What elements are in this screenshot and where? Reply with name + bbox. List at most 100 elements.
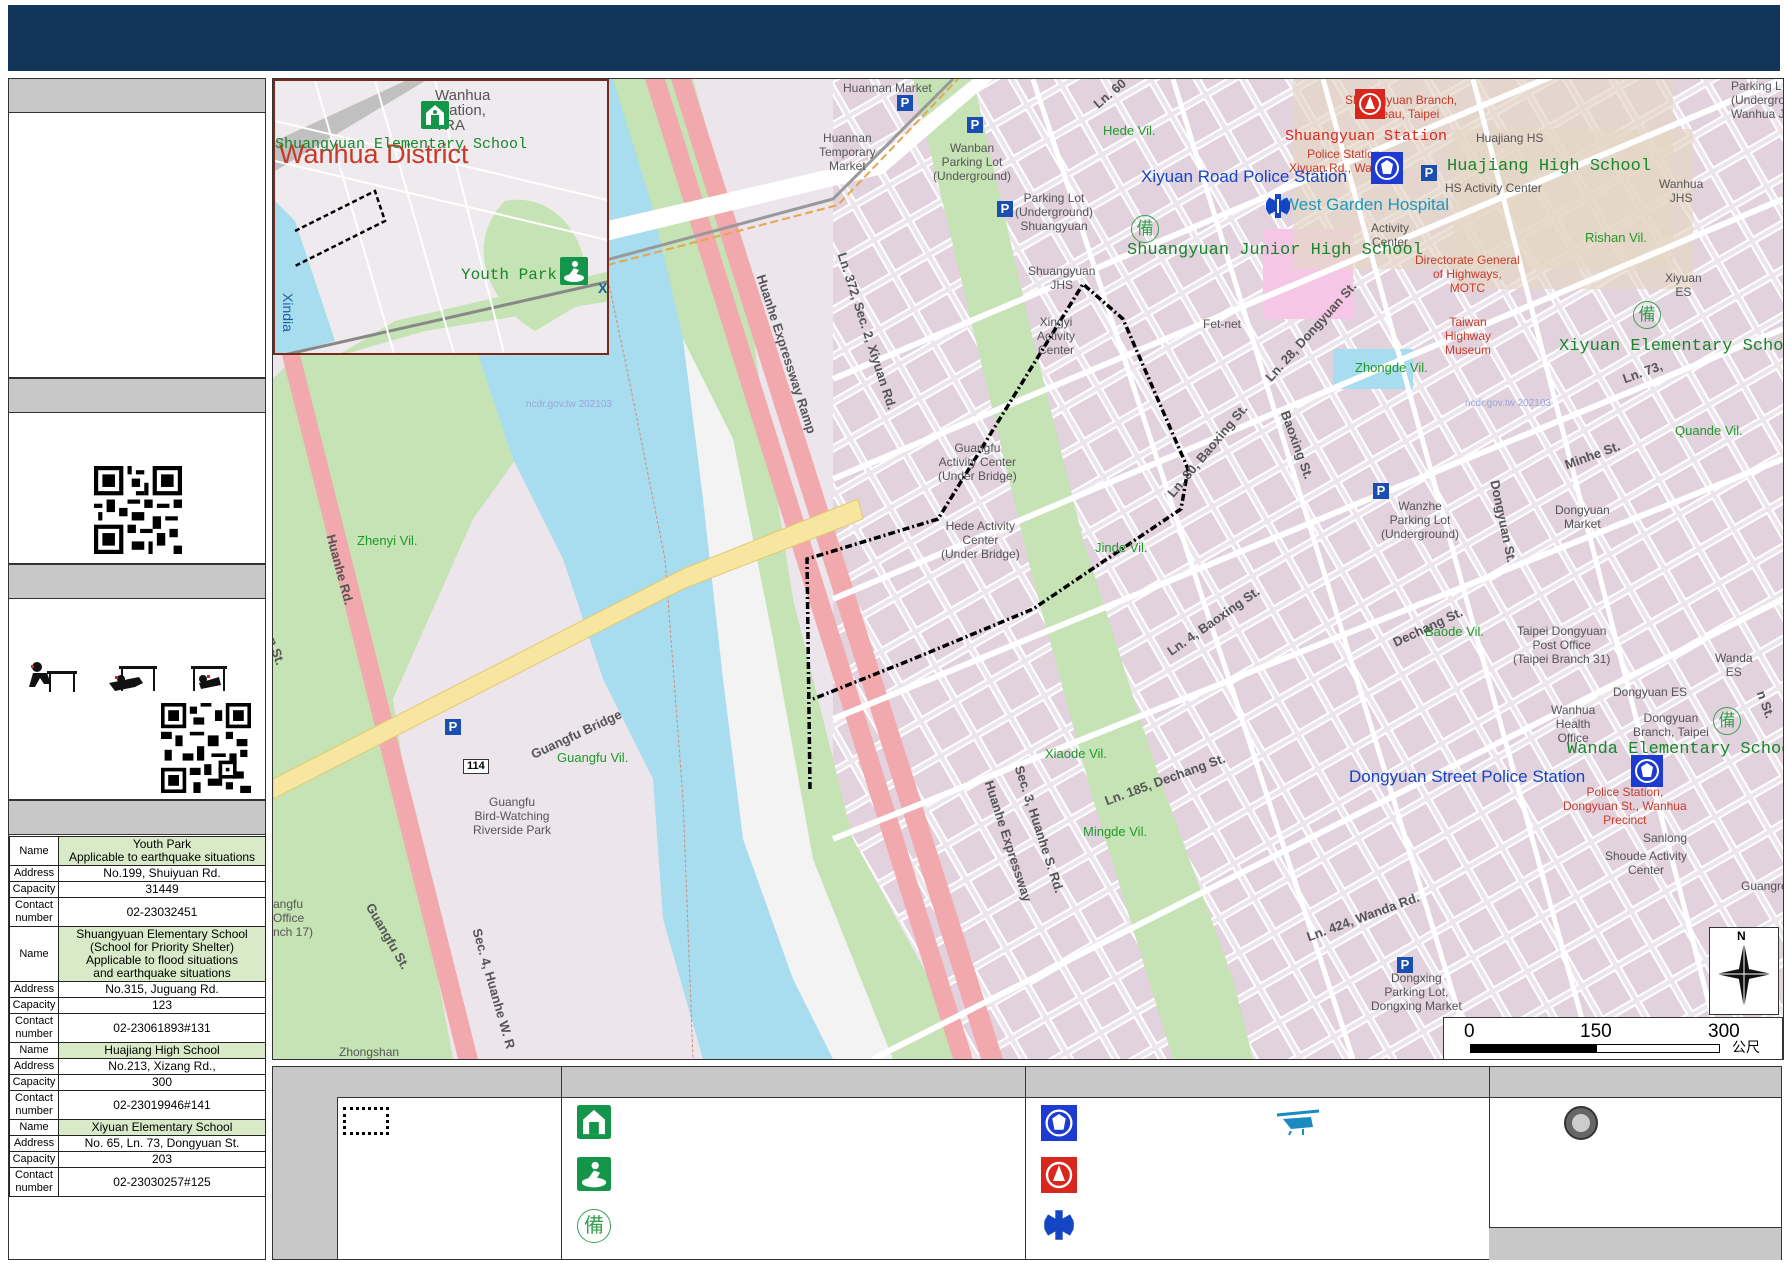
shuangyuan-jhs-small-label: Shuangyuan JHS bbox=[1028, 264, 1096, 292]
shelter-row: Address No.315, Juguang Rd. bbox=[9, 981, 266, 998]
hs-activity-label: HS Activity Center bbox=[1445, 181, 1542, 195]
shelter-field-label: Contact number bbox=[9, 1167, 59, 1197]
west-garden-label: West Garden Hospital bbox=[1283, 195, 1449, 214]
shelter-field-value: No. 65, Ln. 73, Dongyuan St. bbox=[58, 1135, 266, 1152]
north-arrow: N bbox=[1709, 927, 1779, 1015]
parking-icon[interactable]: P bbox=[997, 201, 1013, 217]
scale-bar: 0 150 300 公尺 bbox=[1443, 1017, 1783, 1059]
rishan-vil-label: Rishan Vil. bbox=[1585, 230, 1647, 245]
guangre-label: Guangre bbox=[1741, 879, 1784, 893]
legend-header-row bbox=[337, 1067, 1781, 1098]
evacuation-park-icon[interactable] bbox=[560, 257, 588, 285]
xiaode-vil-label: Xiaode Vil. bbox=[1045, 746, 1107, 761]
shelter-field-label: Contact number bbox=[9, 1090, 59, 1120]
highway-museum-label: Taiwan Highway Museum bbox=[1445, 315, 1492, 357]
jinde-vil-label: Jinde Vil. bbox=[1095, 540, 1148, 555]
parking-ug-label: Parking Lot (Underground) Shuangyuan bbox=[1015, 191, 1094, 233]
outdoor-shelter-legend-icon bbox=[577, 1157, 611, 1191]
dongyuan-es-label: Dongyuan ES bbox=[1613, 685, 1688, 699]
shuangyuan-jhs-label: Shuangyuan Junior High School bbox=[1127, 241, 1423, 260]
wanhua-jhs-label: Wanhua JHS bbox=[1659, 177, 1704, 205]
xiyuan-es-label: Xiyuan Elementary School bbox=[1559, 337, 1784, 356]
shelter-field-value: 02-23030257#125 bbox=[58, 1167, 266, 1197]
dongxing-label: Dongxing Parking Lot, Dongxing Market bbox=[1371, 971, 1462, 1013]
chtnet-label: Fet-net bbox=[1203, 317, 1242, 331]
qr-code-icon[interactable] bbox=[94, 466, 182, 554]
shelter-field-value: 02-23061893#131 bbox=[58, 1013, 266, 1043]
inset-map: Wanhua Station, TRA Wanhua District Shua… bbox=[273, 79, 609, 355]
parking-icon[interactable]: P bbox=[1397, 957, 1413, 973]
legend: 備 bbox=[272, 1066, 1782, 1260]
dongyuan-branch-label: Dongyuan Branch, Taipei bbox=[1633, 711, 1709, 739]
parking-top-right-label: Parking L (Undergrou Wanhua J bbox=[1731, 79, 1784, 121]
guangfu-office-label: angfu Office nch 17) bbox=[273, 897, 314, 939]
shoude-label: Shoude Activity Center bbox=[1605, 849, 1688, 877]
title-bar bbox=[8, 5, 1780, 71]
reserve-shelter-icon[interactable]: 備 bbox=[1131, 215, 1159, 243]
xiyuan-es-small-label: Xiyuan ES bbox=[1665, 271, 1702, 299]
shelter-field-value: 203 bbox=[58, 1151, 266, 1168]
shelter-field-value: Huajiang High School bbox=[58, 1042, 266, 1059]
parking-icon[interactable]: P bbox=[897, 95, 913, 111]
route-114-shield: 114 bbox=[463, 759, 489, 774]
shelter-row: Address No. 65, Ln. 73, Dongyuan St. bbox=[9, 1135, 266, 1152]
parking-icon[interactable]: P bbox=[445, 719, 461, 735]
shelter-field-value: Youth Park Applicable to earthquake situ… bbox=[58, 836, 266, 866]
wanhua-health-label: Wanhua Health Office bbox=[1551, 703, 1596, 745]
hospital-icon[interactable] bbox=[1265, 193, 1291, 219]
earthquake-panel-header bbox=[9, 565, 265, 599]
shelter-row: Capacity 300 bbox=[9, 1074, 266, 1091]
helicopter-legend-icon bbox=[1276, 1109, 1320, 1136]
evacuation-shelter-icon[interactable] bbox=[421, 101, 449, 129]
inset-school-label: Shuangyuan Elementary School bbox=[275, 136, 528, 153]
inset-river-label: Xindia bbox=[280, 293, 296, 332]
shelter-field-value: 123 bbox=[58, 997, 266, 1014]
watermark-2: ncdr.gov.tw 202103 bbox=[1465, 398, 1551, 409]
info-panel bbox=[8, 78, 266, 378]
shelter-field-label: Capacity bbox=[9, 997, 59, 1014]
shelter-field-label: Address bbox=[9, 1135, 59, 1152]
shelter-field-label: Name bbox=[9, 836, 59, 866]
shelter-row: Name Youth Park Applicable to earthquake … bbox=[9, 836, 266, 866]
parking-icon[interactable]: P bbox=[967, 117, 983, 133]
parking-icon[interactable]: P bbox=[1373, 483, 1389, 499]
seismic-station-legend-icon bbox=[1564, 1106, 1598, 1140]
huannan-temp-label: Huannan Temporary Market bbox=[819, 131, 876, 173]
shelter-field-label: Name bbox=[9, 1042, 59, 1059]
wanzhe-label: Wanzhe Parking Lot (Underground) bbox=[1381, 499, 1460, 541]
shelter-field-value: 31449 bbox=[58, 881, 266, 898]
shelter-row: Address No.199, Shuiyuan Rd. bbox=[9, 865, 266, 882]
qr-code-small-icon[interactable] bbox=[161, 703, 251, 793]
drop-icon bbox=[29, 662, 77, 692]
mingde-vil-label: Mingde Vil. bbox=[1083, 824, 1148, 839]
police-legend-icon bbox=[1041, 1105, 1077, 1141]
quande-vil-label: Quande Vil. bbox=[1675, 423, 1743, 438]
shelter-row: Capacity 31449 bbox=[9, 881, 266, 898]
xiyuan-police-label: Xiyuan Road Police Station bbox=[1141, 167, 1348, 186]
huajiang-hs-small-label: Huajiang HS bbox=[1476, 131, 1544, 145]
inset-park-label: Youth Park bbox=[461, 266, 558, 284]
fire-station-icon[interactable] bbox=[1355, 89, 1385, 119]
police-station-icon[interactable] bbox=[1371, 152, 1403, 184]
dongyuan-market-label: Dongyuan Market bbox=[1555, 503, 1610, 531]
shelter-row: Capacity 203 bbox=[9, 1151, 266, 1168]
shelter-row: Name Huajiang High School bbox=[9, 1042, 266, 1059]
inset-xi-label: Xi bbox=[598, 280, 608, 296]
shelter-field-label: Name bbox=[9, 1119, 59, 1136]
shelter-row: Contact number 02-23030257#125 bbox=[9, 1167, 266, 1197]
parking-icon[interactable]: P bbox=[1421, 165, 1437, 181]
shelter-field-label: Contact number bbox=[9, 897, 59, 927]
police-station-icon[interactable] bbox=[1631, 755, 1663, 787]
wanda-es-small-label: Wanda ES bbox=[1715, 651, 1753, 679]
shelter-field-value: Xiyuan Elementary School bbox=[58, 1119, 266, 1136]
shelter-panel-header bbox=[9, 801, 265, 835]
reserve-shelter-icon[interactable]: 備 bbox=[1713, 707, 1741, 735]
info-panel-header bbox=[9, 79, 265, 113]
directorate-label: Directorate General of Highways, MOTC bbox=[1415, 253, 1520, 295]
shelter-field-value: 02-23019946#141 bbox=[58, 1090, 266, 1120]
reserve-shelter-icon[interactable]: 備 bbox=[1633, 301, 1661, 329]
shelter-row: Contact number 02-23061893#131 bbox=[9, 1013, 266, 1043]
qr-panel bbox=[8, 378, 266, 564]
hede-ac-label: Hede Activity Center (Under Bridge) bbox=[941, 519, 1020, 561]
shelter-field-value: No.199, Shuiyuan Rd. bbox=[58, 865, 266, 882]
